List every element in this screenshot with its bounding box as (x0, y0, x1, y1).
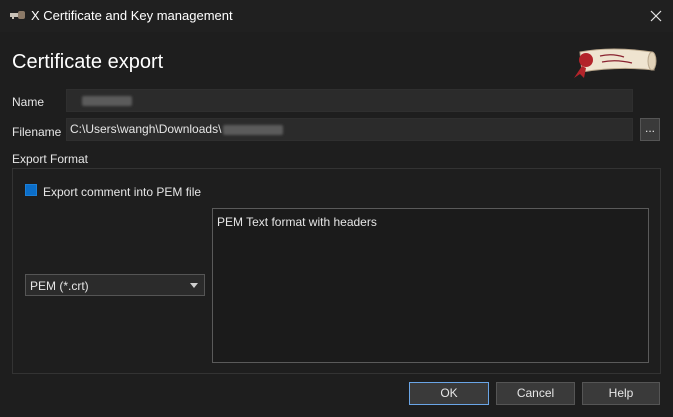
close-icon (650, 10, 662, 22)
export-comment-checkbox[interactable] (25, 184, 37, 196)
page-title: Certificate export (12, 51, 164, 73)
redacted-name (82, 95, 132, 106)
format-select[interactable]: PEM (*.crt) (25, 274, 205, 296)
format-selected-value: PEM (*.crt) (30, 279, 89, 293)
scroll-logo-icon (574, 48, 657, 78)
filename-field[interactable]: C:\Users\wangh\Downloads\ (66, 118, 633, 141)
window-title: X Certificate and Key management (31, 8, 233, 23)
chevron-down-icon (190, 283, 198, 288)
cancel-button[interactable]: Cancel (496, 382, 575, 405)
export-format-label: Export Format (12, 152, 89, 166)
redacted-filename (223, 124, 284, 135)
help-button[interactable]: Help (582, 382, 660, 405)
browse-button[interactable]: ... (640, 118, 660, 141)
name-label: Name (12, 95, 45, 109)
format-description: PEM Text format with headers (217, 215, 377, 229)
filename-label: Filename (12, 125, 62, 139)
format-description-box[interactable]: PEM Text format with headers (212, 208, 649, 363)
name-field[interactable] (66, 89, 633, 112)
title-bar: X Certificate and Key management (0, 0, 673, 32)
close-button[interactable] (642, 4, 670, 28)
ok-button[interactable]: OK (409, 382, 489, 405)
export-comment-label[interactable]: Export comment into PEM file (43, 185, 201, 199)
key-icon (10, 11, 25, 19)
